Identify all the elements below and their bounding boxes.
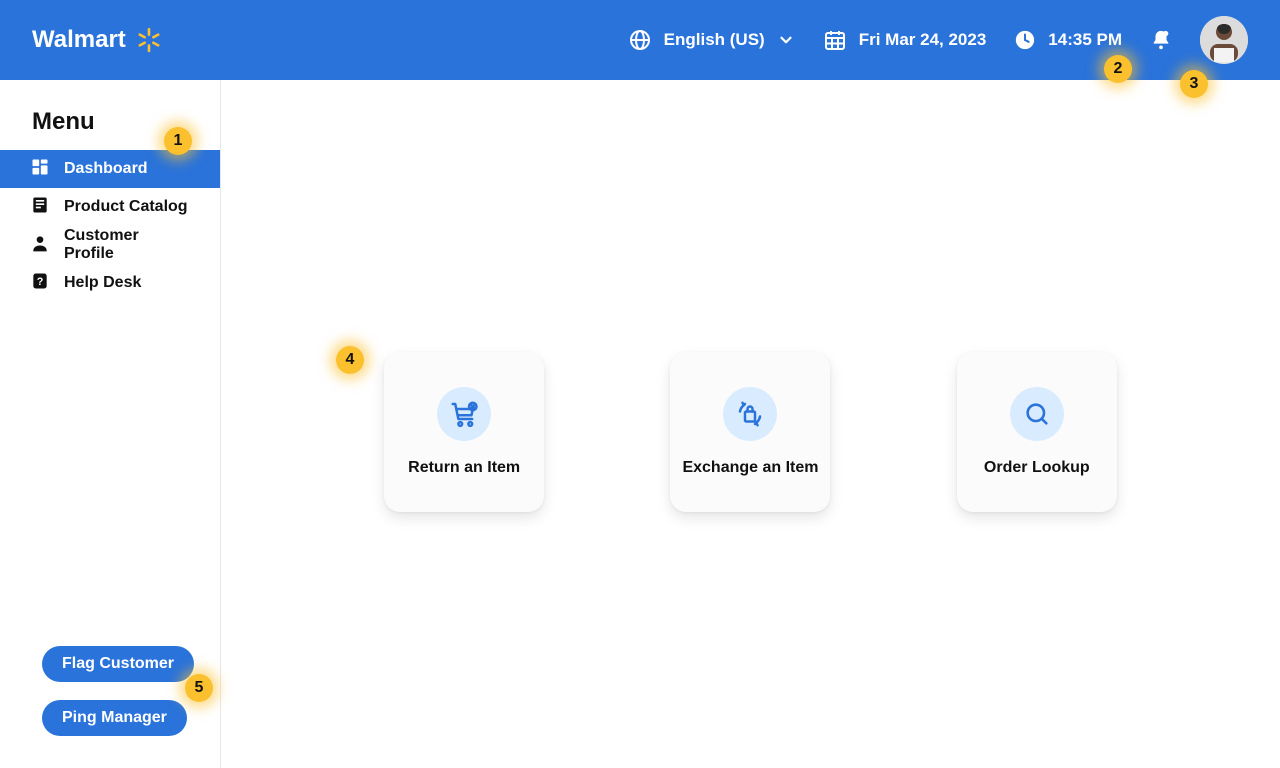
annotation-badge-4: 4 <box>336 346 364 374</box>
bell-icon <box>1150 29 1172 51</box>
main-content: Return an Item Exchange an Item <box>221 80 1280 768</box>
sidebar-item-label: Dashboard <box>64 160 148 178</box>
person-icon <box>30 233 50 258</box>
order-lookup-icon <box>1010 387 1064 441</box>
brand: Walmart <box>32 26 162 54</box>
card-label: Return an Item <box>408 459 520 477</box>
annotation-badge-5: 5 <box>185 674 213 702</box>
sidebar-item-label: Product Catalog <box>64 198 188 216</box>
flag-customer-button[interactable]: Flag Customer <box>42 646 194 682</box>
time-display: 14:35 PM <box>1014 29 1122 51</box>
menu: Dashboard Product Catalog <box>0 150 220 302</box>
card-label: Order Lookup <box>984 459 1090 477</box>
language-label: English (US) <box>664 30 765 50</box>
walmart-spark-icon <box>136 27 162 53</box>
clock-icon <box>1014 29 1036 51</box>
annotation-badge-1: 1 <box>164 127 192 155</box>
time-label: 14:35 PM <box>1048 30 1122 50</box>
language-switcher[interactable]: English (US) <box>628 28 795 52</box>
return-item-icon <box>437 387 491 441</box>
sidebar-item-label: Help Desk <box>64 274 141 292</box>
card-order-lookup[interactable]: Order Lookup <box>957 352 1117 512</box>
date-display: Fri Mar 24, 2023 <box>823 28 987 52</box>
exchange-item-icon <box>723 387 777 441</box>
help-icon: ? <box>30 271 50 296</box>
globe-icon <box>628 28 652 52</box>
card-label: Exchange an Item <box>682 459 818 477</box>
annotation-badge-3: 3 <box>1180 70 1208 98</box>
catalog-icon <box>30 195 50 220</box>
avatar[interactable] <box>1200 16 1248 64</box>
annotation-badge-2: 2 <box>1104 55 1132 83</box>
sidebar-item-help-desk[interactable]: ? Help Desk <box>0 264 220 302</box>
dashboard-icon <box>30 157 50 182</box>
app-body: Menu Dashboard <box>0 80 1280 768</box>
svg-text:?: ? <box>37 276 44 288</box>
dashboard-cards: Return an Item Exchange an Item <box>221 352 1280 512</box>
sidebar: Menu Dashboard <box>0 80 221 768</box>
calendar-icon <box>823 28 847 52</box>
sidebar-item-product-catalog[interactable]: Product Catalog <box>0 188 220 226</box>
card-return-item[interactable]: Return an Item <box>384 352 544 512</box>
sidebar-item-label: Customer Profile <box>64 227 190 263</box>
sidebar-actions: Flag Customer Ping Manager <box>0 646 220 768</box>
chevron-down-icon <box>777 31 795 49</box>
sidebar-item-customer-profile[interactable]: Customer Profile <box>0 226 220 264</box>
ping-manager-button[interactable]: Ping Manager <box>42 700 187 736</box>
brand-name: Walmart <box>32 26 126 54</box>
notifications-button[interactable] <box>1150 29 1172 51</box>
avatar-icon <box>1200 16 1248 64</box>
app-header: Walmart English (US) <box>0 0 1280 80</box>
date-label: Fri Mar 24, 2023 <box>859 30 987 50</box>
card-exchange-item[interactable]: Exchange an Item <box>670 352 830 512</box>
sidebar-item-dashboard[interactable]: Dashboard <box>0 150 220 188</box>
